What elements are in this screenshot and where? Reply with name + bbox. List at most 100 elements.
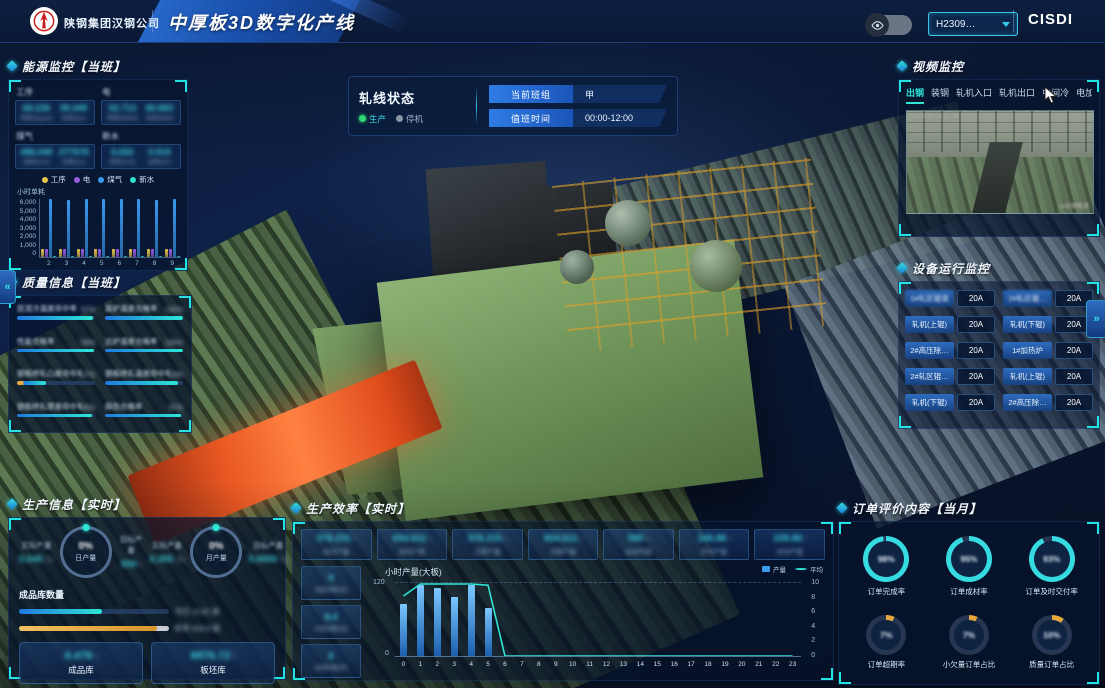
energy-chart-legend: 工序电煤气新水 (15, 174, 181, 185)
company-logo-icon (30, 7, 58, 35)
cctv-video-feed[interactable]: 2023-09-14 11:28 1#出钢辊道 (906, 110, 1094, 214)
inventory-bar-yesterday: 昨天 520.5 批 (19, 623, 275, 634)
video-tab-mill-exit[interactable]: 轧机出口 (999, 86, 1035, 104)
efficiency-stat: 576.231 t日累产量 (452, 529, 523, 560)
hourly-chart-title: 小时产量(大板) (385, 566, 825, 578)
video-tab-mill-entry[interactable]: 轧机入口 (956, 86, 992, 104)
orders-eval-panel: 订单评价内容【当月】 98% 订单完成率 95% 订单成材率 93% 订单及时交… (838, 498, 1100, 686)
video-tab-intercool[interactable]: 中间冷 (1042, 86, 1069, 104)
energy-section-electric: 电 52.71380.883 单耗(kWh/t)总耗(kWh) (101, 85, 181, 125)
equipment-row: 2#轧区辊…20A (1003, 290, 1093, 307)
eye-icon (865, 13, 889, 37)
video-tab-tapping[interactable]: 出钢 (906, 86, 924, 104)
efficiency-panel-title: 生产效率【实时】 (306, 500, 410, 517)
legend-stopped: 停机 (396, 113, 423, 125)
video-tab-eheating[interactable]: 电加热 (1076, 86, 1092, 104)
quality-panel-title: 质量信息【当班】 (22, 274, 126, 291)
hourly-output-chart: 小时产量(大板) 产量平均 120 0 1086420 012345678910… (369, 566, 825, 678)
efficiency-panel: 生产效率【实时】 576.231 t班次产量 654.611 t班均产量 576… (292, 498, 834, 682)
quality-item: 探伤合格率97% (105, 401, 183, 426)
efficiency-side-stat: 8.4计划块数(块) (301, 605, 361, 639)
equipment-row: 轧机(上辊)20A (1003, 368, 1093, 385)
energy-section-gas: 煤气 486.040277578 单耗(m³/t)总耗(m³) (15, 129, 95, 169)
finished-stock-card: 0.476 t 成品库 (19, 642, 143, 684)
legend-production: 生产 (359, 113, 386, 125)
monthly-output-gauge-group: 实际产量 0.305 万t 0%月产量 目标产量 5.0000 万t (150, 526, 275, 578)
efficiency-stat: 146.86 t炉均产量 (679, 529, 750, 560)
header-bar: 陕钢集团汉钢公司 中厚板3D数字化产线 H2309… CISDI (0, 0, 1105, 43)
quality-info-panel: 质量信息【当班】 层流冷温度命中率97% 装炉温度合格率100% 性能合格率99… (8, 272, 192, 434)
company-name: 陕钢集团汉钢公司 (64, 15, 160, 31)
equipment-row: 1#轧区辊道20A (905, 290, 995, 307)
right-axis-ticks: 1086420 (811, 579, 819, 659)
equipment-row: 1#加热炉20A (1003, 342, 1093, 359)
efficiency-side-stat: 8当班炉数(炉) (301, 644, 361, 678)
quality-item: 装炉温度合格率100% (105, 303, 183, 328)
equipment-row: 轧机(上辊)20A (905, 316, 995, 333)
batch-select-dropdown[interactable]: H2309… (928, 12, 1018, 36)
order-shortage-donut: 7% 小欠量订单占比 (943, 615, 996, 670)
quality-item: 钢板终轧温度命中率93% (105, 368, 183, 393)
shift-team-row: 当前班组 甲 (489, 85, 667, 103)
chevron-down-icon (1002, 22, 1010, 27)
equipment-row: 2#轧区辊…20A (905, 368, 995, 385)
gem-icon (836, 502, 847, 513)
header-divider (152, 10, 153, 32)
inventory-bar-today: 今日 11.81 批 (19, 606, 275, 617)
order-quality-donut: 10% 质量订单占比 (1029, 615, 1074, 670)
efficiency-stat: 580 s轧制节奏 (603, 529, 674, 560)
gem-icon (290, 502, 301, 513)
energy-bar-chart: 6,0005,0004,0003,0002,0001,0000 23456789 (15, 199, 181, 258)
efficiency-stat: 576.231 t班次产量 (301, 529, 372, 560)
quality-item: 钢板终轧凸度命中率37% (17, 368, 95, 393)
hourly-bars: 01234567891011121314151617181920212223 (395, 582, 801, 657)
energy-section-water: 新水 6.6520.915 单耗(m³/t)总耗(m³) (101, 129, 181, 169)
daily-output-gauge: 0%日产量 (60, 526, 112, 578)
page-title: 中厚板3D数字化产线 (168, 9, 355, 35)
orders-panel-title: 订单评价内容【当月】 (852, 500, 982, 517)
energy-chart-plot: 23456789 (39, 199, 181, 258)
order-overdue-donut: 7% 订单超期率 (866, 615, 906, 670)
energy-section-process: 工序 68.22639.449 单耗(kgce/t)总耗(tce) (15, 85, 95, 125)
quality-item: 性能合格率99% (17, 336, 95, 361)
efficiency-stat: 654.611 t班均产量 (377, 529, 448, 560)
daily-output-gauge-group: 实际产量 0.045 万t 0%日产量 目标产量 500 t (19, 526, 144, 578)
collapse-left-panel-button[interactable]: « (0, 270, 16, 304)
green-status-icon (359, 115, 366, 122)
video-timestamp-overlay: 2023-09-14 11:28 (911, 114, 958, 120)
divider (476, 87, 477, 125)
equipment-monitor-panel: 设备运行监控 1#轧区辊道20A 2#轧区辊…20A 轧机(上辊)20A 轧机(… (898, 258, 1100, 430)
gray-status-icon (396, 115, 403, 122)
visibility-toggle[interactable] (866, 15, 912, 35)
cisdi-logo: CISDI (1028, 11, 1073, 28)
order-ontime-donut: 93% 订单及时交付率 (1025, 536, 1078, 597)
monthly-output-gauge: 0%月产量 (190, 526, 242, 578)
video-tab-charging[interactable]: 装钢 (931, 86, 949, 104)
efficiency-stat: 654.611 t月累产量 (528, 529, 599, 560)
order-completion-donut: 98% 订单完成率 (863, 536, 909, 597)
gem-icon (896, 60, 907, 71)
efficiency-stat: 108.86 t时均产量 (754, 529, 825, 560)
slab-stock-card: 8876.72 t 板坯库 (151, 642, 275, 684)
quality-item: 层流冷温度命中率97% (17, 303, 95, 328)
roll-line-status-panel: 轧线状态 生产 停机 当前班组 甲 值班时间 00:00-12:00 (348, 76, 678, 136)
quality-item: 钢板终轧厚度命中率96% (17, 401, 95, 426)
header-divider (1013, 10, 1014, 32)
energy-panel-title: 能源监控【当班】 (22, 58, 126, 75)
order-yield-donut: 95% 订单成材率 (946, 536, 992, 597)
energy-chart-ylabel: 小时单耗 (17, 187, 181, 197)
video-monitor-panel: 视频监控 出钢 装钢 轧机入口 轧机出口 中间冷 电加热 2023-09-14 … (898, 56, 1100, 238)
gem-icon (6, 498, 17, 509)
video-panel-title: 视频监控 (912, 58, 964, 75)
equipment-row: 轧机(下辊)20A (905, 394, 995, 411)
hourly-chart-legend: 产量平均 (762, 564, 823, 574)
equipment-panel-title: 设备运行监控 (912, 260, 990, 277)
energy-chart-yticks: 6,0005,0004,0003,0002,0001,0000 (15, 199, 39, 257)
quality-item: 出炉温度合格率100% (105, 336, 183, 361)
collapse-right-panel-button[interactable]: » (1086, 300, 1105, 338)
shift-time-row: 值班时间 00:00-12:00 (489, 109, 667, 127)
production-panel-title: 生产信息【实时】 (22, 496, 126, 513)
equipment-row: 2#高压除…20A (1003, 394, 1093, 411)
video-tabs: 出钢 装钢 轧机入口 轧机出口 中间冷 电加热 (906, 86, 1092, 104)
gem-icon (6, 60, 17, 71)
